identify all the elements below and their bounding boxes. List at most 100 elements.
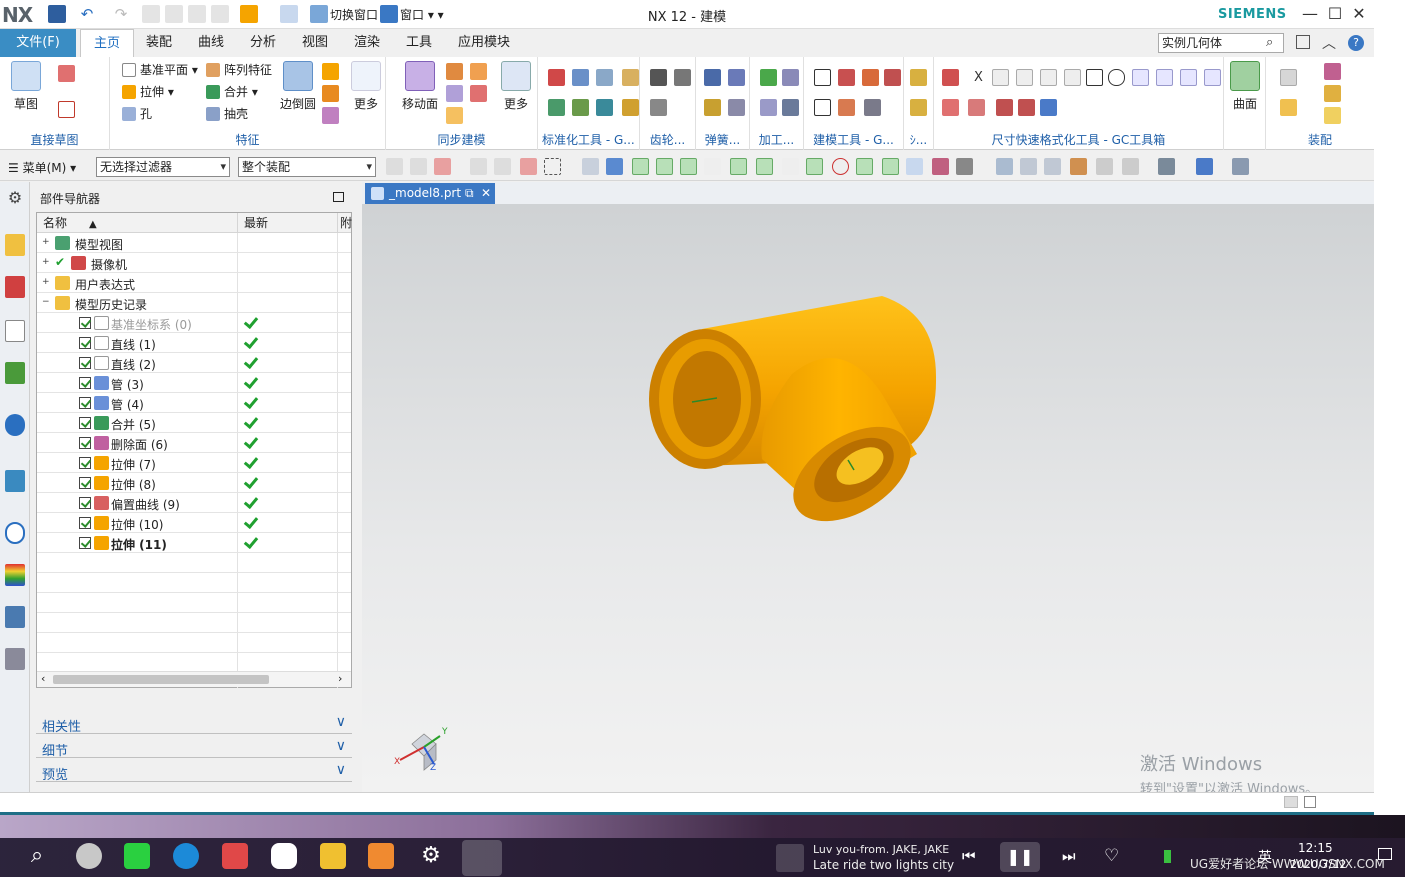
snap-quadrant-icon[interactable] xyxy=(832,158,849,175)
dimension-tool-icon-8[interactable] xyxy=(1108,69,1125,86)
rectangle-icon[interactable] xyxy=(58,101,75,118)
minimize-button[interactable]: — xyxy=(1300,4,1320,24)
extrude-button[interactable]: 拉伸 ▾ xyxy=(122,83,174,101)
tab-render[interactable]: 渲染 xyxy=(344,29,390,57)
rectangle-select-icon[interactable] xyxy=(544,158,561,175)
visibility-checkbox[interactable] xyxy=(79,437,91,449)
toolbar-icon-3[interactable] xyxy=(434,158,451,175)
extra-tool-icon-1[interactable] xyxy=(910,69,927,86)
previous-track-icon[interactable]: ⏮ xyxy=(962,847,976,865)
modeling-tool-icon-6[interactable] xyxy=(838,99,855,116)
machining-tool-icon-1[interactable] xyxy=(760,69,777,86)
pan-icon[interactable] xyxy=(1070,158,1087,175)
process-studio-icon[interactable] xyxy=(5,606,25,628)
visibility-checkbox[interactable] xyxy=(79,337,91,349)
offset-region-icon[interactable] xyxy=(470,63,487,80)
app-icon-1[interactable] xyxy=(76,843,102,869)
sketch-button[interactable]: 草图 xyxy=(6,61,46,112)
collapse-icon[interactable]: − xyxy=(42,298,51,307)
visibility-checkbox[interactable] xyxy=(79,537,91,549)
panel-preview[interactable]: 预览 ∨ xyxy=(36,760,352,783)
menu-button[interactable]: ☰ 菜单(M) ▾ xyxy=(8,159,76,176)
dimension-tool-icon-5[interactable] xyxy=(1040,69,1057,86)
selection-scope-dropdown[interactable]: 整个装配 xyxy=(238,157,376,177)
toolbar-icon-28[interactable] xyxy=(1122,158,1139,175)
shell-button[interactable]: 抽壳 xyxy=(206,105,248,123)
selection-filter-dropdown[interactable]: 无选择过滤器 xyxy=(96,157,230,177)
toolbar-icon-5[interactable] xyxy=(494,158,511,175)
tab-home[interactable]: 主页 xyxy=(80,29,134,57)
dimension-tool-icon-12[interactable] xyxy=(1204,69,1221,86)
orient-view-icon[interactable] xyxy=(1196,158,1213,175)
gear-tool-icon-3[interactable] xyxy=(650,99,667,116)
toolbar-icon-21[interactable] xyxy=(932,158,949,175)
group-label-modeling-tools[interactable]: 建模工具 - G... xyxy=(804,131,903,148)
modeling-tool-icon-5[interactable] xyxy=(814,99,831,116)
tree-feature-row[interactable]: 删除面 (6) xyxy=(37,433,351,453)
unite-button[interactable]: 合并 ▾ xyxy=(206,83,258,101)
visibility-checkbox[interactable] xyxy=(79,517,91,529)
panel-details[interactable]: 细节 ∨ xyxy=(36,736,352,759)
assembly-navigator-icon[interactable] xyxy=(5,234,25,256)
render-style-icon[interactable] xyxy=(1158,158,1175,175)
snap-arc-center-icon[interactable] xyxy=(782,158,799,175)
horizontal-scrollbar[interactable]: ‹ › xyxy=(37,671,351,687)
tree-feature-row[interactable]: 拉伸 (7) xyxy=(37,453,351,473)
dimension-tool-icon-10[interactable] xyxy=(1156,69,1173,86)
help-icon[interactable]: ? xyxy=(1348,35,1364,51)
resize-blend-icon[interactable] xyxy=(446,107,463,124)
close-button[interactable]: ✕ xyxy=(1349,4,1369,24)
add-component-icon[interactable] xyxy=(1280,99,1297,116)
constraint-navigator-icon[interactable] xyxy=(5,276,25,298)
visibility-checkbox[interactable] xyxy=(79,377,91,389)
scroll-thumb[interactable] xyxy=(53,675,269,684)
tree-folder-row[interactable]: − 模型历史记录 xyxy=(37,293,351,313)
tree-feature-row[interactable]: 基准坐标系 (0) xyxy=(37,313,351,333)
group-label-machining[interactable]: 加工... xyxy=(750,131,803,148)
dimension-tool-icon-14[interactable] xyxy=(968,99,985,116)
section-view-icon[interactable] xyxy=(1232,158,1249,175)
tree-feature-row[interactable]: 管 (4) xyxy=(37,393,351,413)
standard-tool-icon-3[interactable] xyxy=(596,69,613,86)
tree-feature-row[interactable]: 拉伸 (10) xyxy=(37,513,351,533)
tab-tools[interactable]: 工具 xyxy=(396,29,442,57)
toolbar-icon-4[interactable] xyxy=(470,158,487,175)
notification-icon[interactable] xyxy=(1378,848,1392,860)
graphics-window[interactable]: Y X Z 激活 Windows 转到"设置"以激活 Windows。 xyxy=(362,204,1374,797)
snap-on-curve-icon[interactable] xyxy=(882,158,899,175)
status-icon-1[interactable] xyxy=(1284,796,1298,808)
pull-face-icon[interactable] xyxy=(446,63,463,80)
group-label-gear[interactable]: 齿轮... xyxy=(640,131,695,148)
next-track-icon[interactable]: ⏭ xyxy=(1062,847,1076,865)
gear-tool-icon-1[interactable] xyxy=(650,69,667,86)
toolbar-icon-20[interactable] xyxy=(906,158,923,175)
dimension-tool-icon-6[interactable] xyxy=(1064,69,1081,86)
nx-taskbar-icon[interactable] xyxy=(462,840,502,876)
snap-point-icon[interactable] xyxy=(632,158,649,175)
pattern-feature-button[interactable]: 阵列特征 xyxy=(206,61,272,79)
feature-more-button[interactable]: 更多 xyxy=(346,61,386,112)
reuse-library-icon[interactable] xyxy=(5,362,25,384)
modeling-tool-icon-2[interactable] xyxy=(838,69,855,86)
standard-tool-icon-7[interactable] xyxy=(596,99,613,116)
modeling-tool-icon-1[interactable] xyxy=(814,69,831,86)
tree-feature-row[interactable]: 直线 (2) xyxy=(37,353,351,373)
move-face-button[interactable]: 移动面 xyxy=(400,61,440,112)
modeling-tool-icon-4[interactable] xyxy=(884,69,901,86)
dimension-tool-icon-13[interactable] xyxy=(942,99,959,116)
dimension-tool-icon-9[interactable] xyxy=(1132,69,1149,86)
expand-icon[interactable]: + xyxy=(42,238,51,247)
snap-end-icon[interactable] xyxy=(656,158,673,175)
tree-feature-row[interactable]: 偏置曲线 (9) xyxy=(37,493,351,513)
dimension-tool-icon-4[interactable] xyxy=(1016,69,1033,86)
hd3d-tools-icon[interactable] xyxy=(5,414,25,436)
visibility-checkbox[interactable] xyxy=(79,417,91,429)
group-label-standard-tools[interactable]: 标准化工具 - G... xyxy=(538,131,639,148)
assembly-tool-icon-3[interactable] xyxy=(1324,63,1341,80)
search-icon[interactable]: ⌕ xyxy=(24,843,50,869)
dimension-tool-icon-3[interactable] xyxy=(992,69,1009,86)
dimension-tool-icon-11[interactable] xyxy=(1180,69,1197,86)
draft-icon[interactable] xyxy=(322,107,339,124)
profile-icon[interactable] xyxy=(58,65,75,82)
toolbar-icon-2[interactable] xyxy=(410,158,427,175)
